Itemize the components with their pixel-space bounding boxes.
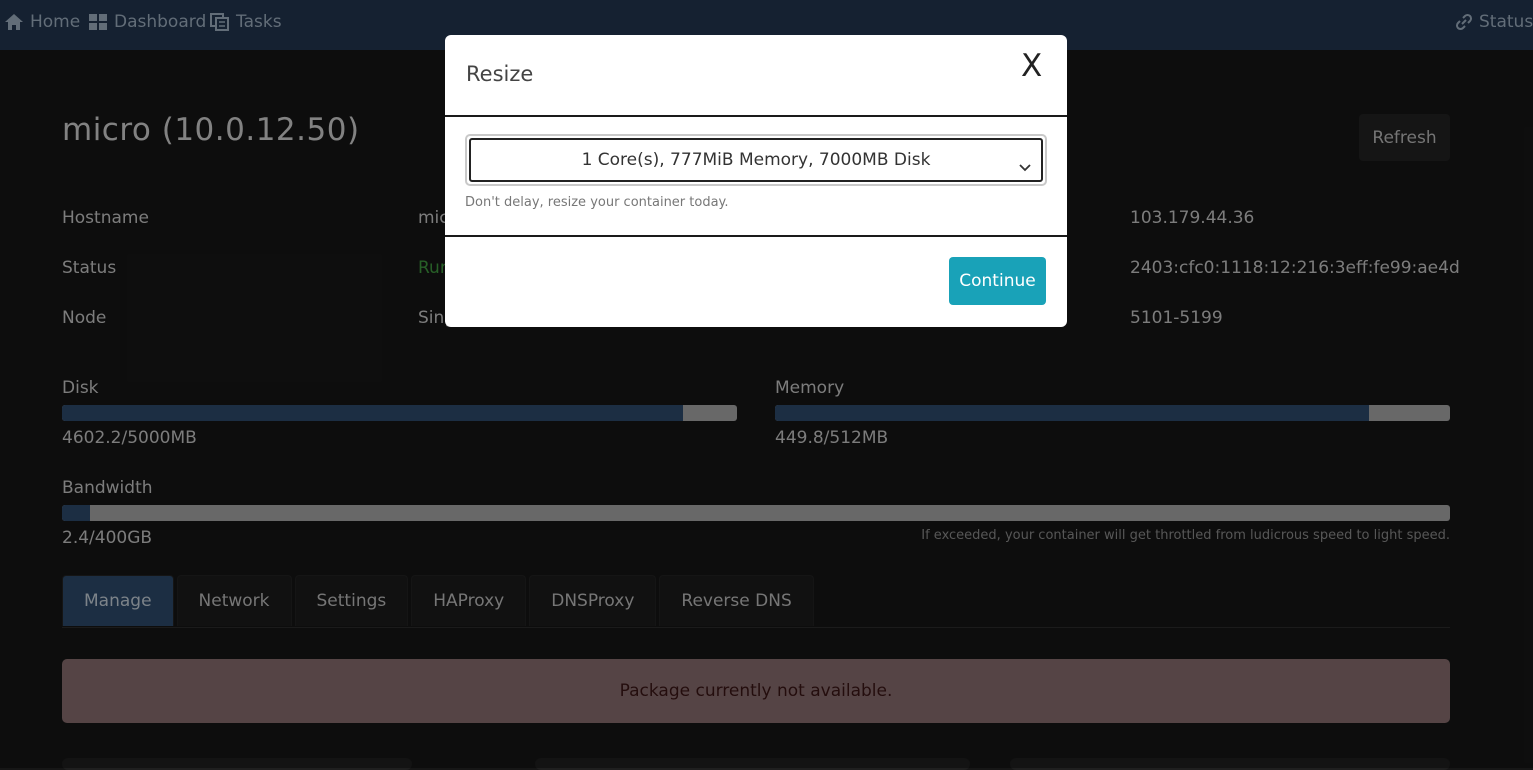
- continue-button[interactable]: Continue: [949, 257, 1046, 305]
- modal-header: Resize X: [445, 35, 1067, 117]
- package-select[interactable]: 1 Core(s), 777MiB Memory, 7000MB Disk: [465, 134, 1047, 186]
- chevron-down-icon: [1019, 157, 1031, 177]
- modal-body: 1 Core(s), 777MiB Memory, 7000MB Disk Do…: [445, 117, 1067, 237]
- resize-help-text: Don't delay, resize your container today…: [465, 195, 729, 210]
- modal-title: Resize: [466, 62, 534, 86]
- close-button[interactable]: X: [1021, 51, 1042, 82]
- package-select-value[interactable]: 1 Core(s), 777MiB Memory, 7000MB Disk: [469, 138, 1043, 182]
- package-select-label: 1 Core(s), 777MiB Memory, 7000MB Disk: [581, 150, 931, 170]
- resize-modal: Resize X 1 Core(s), 777MiB Memory, 7000M…: [445, 35, 1067, 327]
